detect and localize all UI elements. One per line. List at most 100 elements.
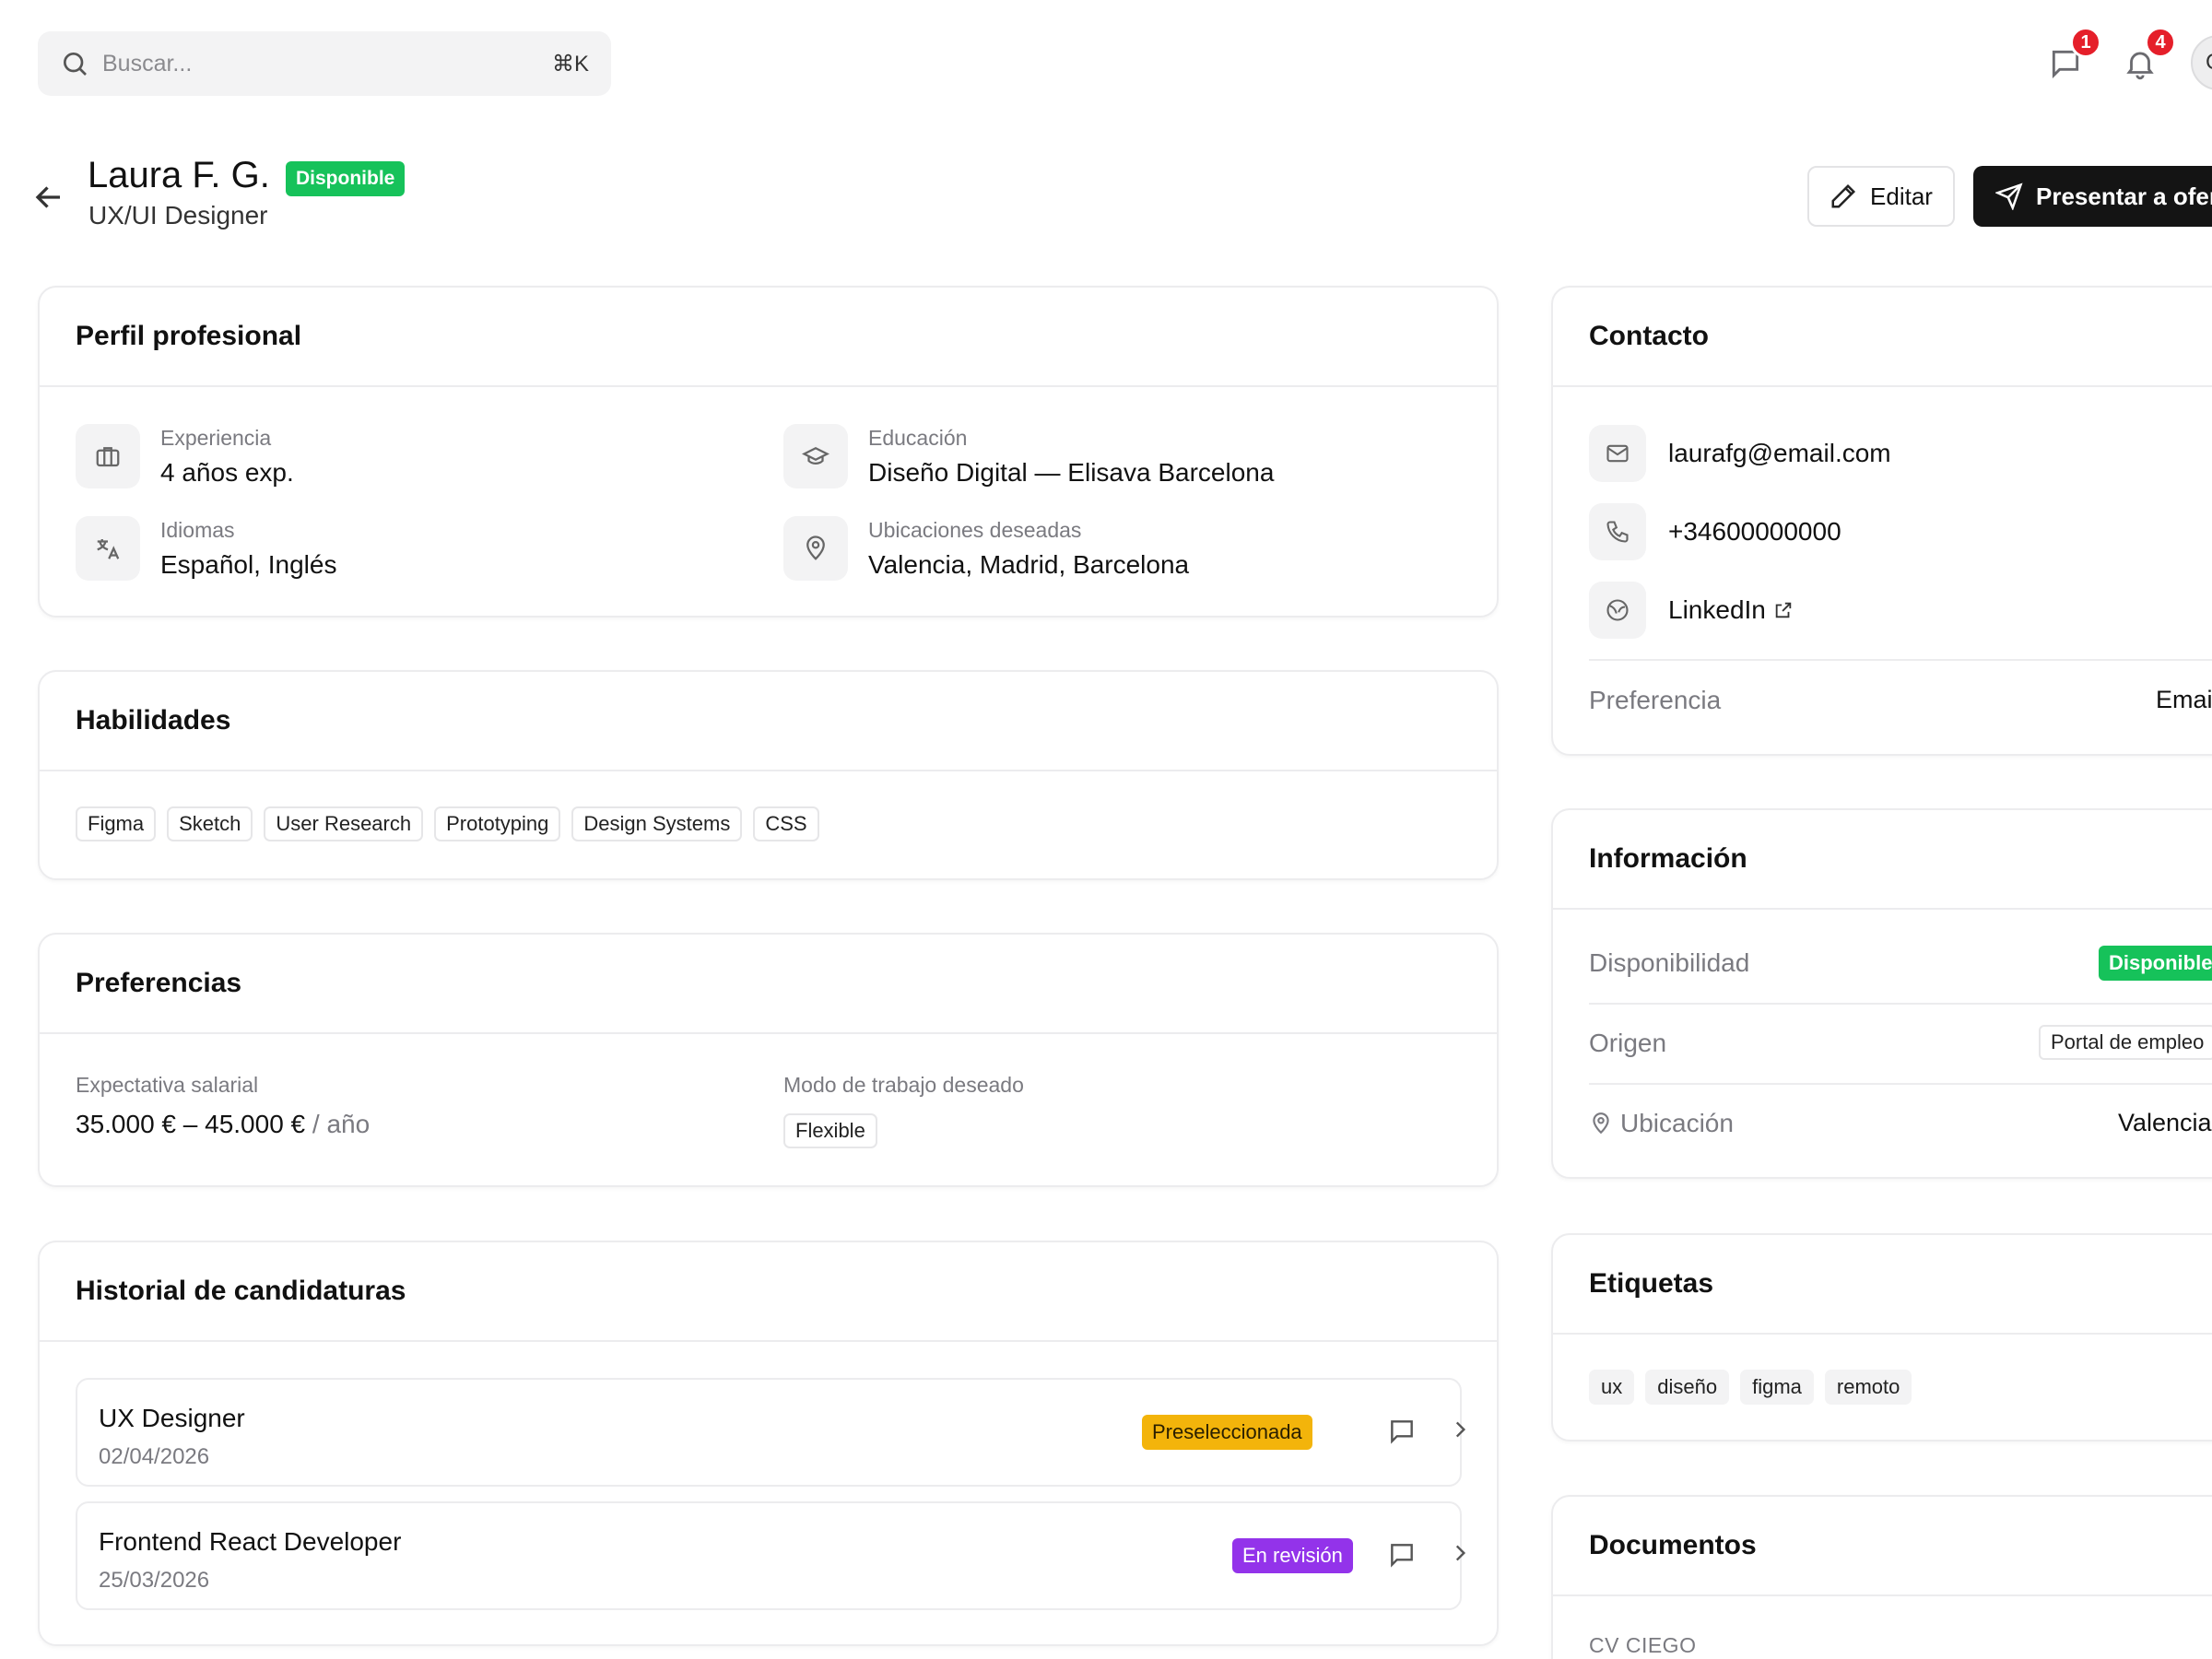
languages-item: Idiomas Español, Inglés [76,516,336,581]
origin-chip: Portal de empleo [2039,1025,2212,1060]
chevron-right-icon [1455,1421,1466,1438]
message-icon [1391,1420,1413,1444]
application-title: Frontend React Developer [99,1527,402,1556]
applications-history-card: Historial de candidaturas UX Designer 02… [38,1241,1499,1646]
candidate-name: Laura F. G. [88,155,270,195]
information-card: Información Disponibilidad Disponible Or… [1551,808,2212,1179]
salary-label: Expectativa salarial [76,1073,259,1097]
skill-chip: User Research [264,806,424,841]
translate-icon [97,539,120,559]
tag-chip: diseño [1645,1370,1730,1405]
present-to-offer-button[interactable]: Presentar a ofer [1973,166,2212,227]
skills-card: Habilidades Figma Sketch User Research P… [38,670,1499,880]
work-mode-chip: Flexible [783,1113,877,1148]
search-icon [64,53,87,76]
notifications-count-badge: 4 [2145,27,2176,58]
skill-chip: Figma [76,806,157,841]
languages-value: Español, Inglés [160,550,337,579]
location-label: Ubicación [1589,1109,1734,1138]
graduation-cap-icon [802,446,830,465]
messages-count-badge: 1 [2070,27,2101,58]
languages-label: Idiomas [160,518,235,542]
globe-icon [1606,599,1629,621]
message-icon [1391,1544,1413,1568]
contact-email-row[interactable]: laurafg@email.com [1589,425,1891,482]
experience-item: Experiencia 4 años exp. [76,424,294,488]
skill-chip: Sketch [167,806,253,841]
search-shortcut: ⌘K [551,51,589,76]
professional-profile-card: Perfil profesional Experiencia 4 años ex… [38,286,1499,618]
pencil-icon [1831,183,1856,208]
card-title: Preferencias [76,968,242,998]
application-message-button[interactable] [1387,1417,1420,1450]
contact-preference-value: Emai [2156,686,2212,713]
cv-blind-label: CV CIEGO [1589,1633,1697,1657]
contact-phone-row[interactable]: +34600000000 [1589,503,1841,560]
desired-locations-value: Valencia, Madrid, Barcelona [868,550,1190,579]
card-title: Habilidades [76,705,231,735]
avatar-initial: C [2206,50,2212,76]
education-value: Diseño Digital — Elisava Barcelona [868,458,1275,487]
user-avatar[interactable]: C [2191,35,2212,90]
location-value: Valencia [2118,1109,2212,1136]
card-title: Perfil profesional [76,321,302,351]
application-status-badge: Preseleccionada [1142,1415,1312,1450]
card-title: Contacto [1589,321,1709,351]
card-title: Información [1589,843,1747,874]
tag-chip: figma [1740,1370,1814,1405]
back-button[interactable] [32,181,65,214]
phone-icon [1606,521,1629,543]
contact-preference-label: Preferencia [1589,686,1722,714]
application-status-badge: En revisión [1232,1538,1353,1573]
present-button-label: Presentar a ofer [2036,182,2212,210]
education-item: Educación Diseño Digital — Elisava Barce… [783,424,1274,488]
tags-card: Etiquetas ux diseño figma remoto [1551,1233,2212,1441]
desired-locations-item: Ubicaciones deseadas Valencia, Madrid, B… [783,516,1189,581]
experience-value: 4 años exp. [160,458,294,487]
contact-email[interactable]: laurafg@email.com [1668,439,1891,468]
salary-unit: / año [312,1110,371,1138]
contact-phone[interactable]: +34600000000 [1668,517,1841,547]
external-link-icon [1775,602,1792,618]
application-date: 25/03/2026 [99,1568,210,1593]
application-row[interactable]: UX Designer 02/04/2026 Preseleccionada [76,1378,1466,1487]
chevron-right-icon [1455,1545,1466,1561]
card-title: Historial de candidaturas [76,1276,406,1306]
divider [1589,1083,2212,1085]
work-mode-label: Modo de trabajo deseado [783,1073,1024,1097]
skills-list: Figma Sketch User Research Prototyping D… [76,806,819,841]
origin-label: Origen [1589,1029,1667,1057]
mail-icon [1606,444,1629,463]
messages-button[interactable]: 1 [2041,27,2101,88]
preferences-card: Preferencias Expectativa salarial 35.000… [38,933,1499,1187]
edit-button[interactable]: Editar [1807,166,1955,227]
skill-chip: CSS [753,806,819,841]
divider [1589,1003,2212,1005]
salary-value: 35.000 € – 45.000 € / año [76,1110,370,1139]
skill-chip: Prototyping [434,806,561,841]
contact-linkedin-row[interactable]: LinkedIn [1589,582,1794,639]
arrow-left-icon [35,186,60,208]
contact-card: Contacto laurafg@email.com +34600000000 … [1551,286,2212,756]
map-pin-icon [806,535,825,560]
linkedin-label: LinkedIn [1668,595,1766,624]
application-open-button[interactable] [1448,1541,1476,1569]
location-label-text: Ubicación [1620,1109,1734,1137]
linkedin-link[interactable]: LinkedIn [1668,595,1794,625]
availability-badge: Disponible [2099,946,2212,981]
card-title: Documentos [1589,1530,1757,1560]
tag-chip: ux [1589,1370,1635,1405]
application-title: UX Designer [99,1404,245,1432]
card-title: Etiquetas [1589,1268,1714,1299]
status-badge: Disponible [286,161,406,196]
search-input[interactable] [102,50,552,77]
application-open-button[interactable] [1448,1418,1476,1445]
application-row[interactable]: Frontend React Developer 25/03/2026 En r… [76,1501,1466,1610]
application-date: 02/04/2026 [99,1444,210,1469]
desired-locations-label: Ubicaciones deseadas [868,518,1082,542]
application-message-button[interactable] [1387,1540,1420,1573]
notifications-button[interactable]: 4 [2115,27,2176,88]
edit-button-label: Editar [1870,182,1933,210]
search-bar[interactable]: ⌘K [38,31,611,96]
salary-range: 35.000 € – 45.000 € [76,1110,306,1138]
